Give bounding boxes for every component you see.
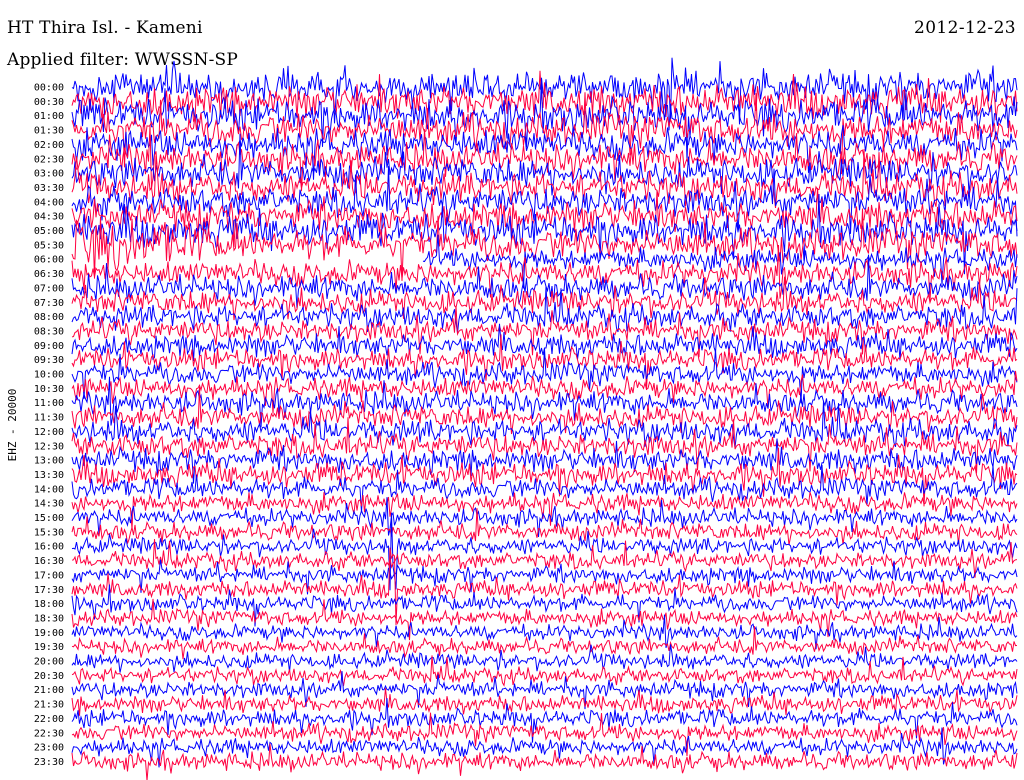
time-tick-label: 10:30 <box>34 384 64 395</box>
trace-line-1600 <box>71 512 1018 591</box>
time-tick-label: 22:30 <box>34 728 64 739</box>
time-tick-label: 21:30 <box>34 700 64 711</box>
helicorder-plot: 00:00 00:30 01:00 01:30 02:00 02:30 03:00 03:30… <box>34 57 1018 780</box>
time-tick-label: 21:00 <box>34 685 64 696</box>
time-tick-label: 01:30 <box>34 126 64 137</box>
time-tick-label: 14:30 <box>34 499 64 510</box>
time-tick-label: 23:00 <box>34 743 64 754</box>
time-tick-label: 03:00 <box>34 169 64 180</box>
time-tick-label: 15:00 <box>34 513 64 524</box>
time-tick-label: 03:30 <box>34 183 64 194</box>
time-tick-label: 00:30 <box>34 97 64 108</box>
trace-line-1430 <box>71 492 1018 530</box>
time-tick-label: 19:30 <box>34 642 64 653</box>
time-tick-label: 15:30 <box>34 527 64 538</box>
time-tick-label: 17:30 <box>34 585 64 596</box>
time-tick-label: 08:00 <box>34 312 64 323</box>
time-tick-label: 02:00 <box>34 140 64 151</box>
trace-line-0300 <box>71 133 1018 196</box>
time-tick-label: 20:00 <box>34 657 64 668</box>
time-tick-label: 12:00 <box>34 427 64 438</box>
time-tick-label: 01:00 <box>34 111 64 122</box>
time-tick-label: 11:30 <box>34 413 64 424</box>
time-tick-label: 09:00 <box>34 341 64 352</box>
time-tick-label: 06:00 <box>34 255 64 266</box>
time-tick-label: 04:30 <box>34 212 64 223</box>
time-tick-label: 00:00 <box>34 83 64 94</box>
time-tick-label: 12:30 <box>34 441 64 452</box>
trace-line-0600 <box>422 234 1018 289</box>
trace-line-0630 <box>71 244 1018 301</box>
time-tick-label: 16:00 <box>34 542 64 553</box>
trace-line-1200 <box>71 400 1018 448</box>
time-tick-label: 16:30 <box>34 556 64 567</box>
time-tick-label: 18:30 <box>34 613 64 624</box>
time-tick-label: 08:30 <box>34 326 64 337</box>
time-tick-label: 07:30 <box>34 298 64 309</box>
time-tick-label: 09:30 <box>34 355 64 366</box>
trace-line-0400 <box>71 166 1018 237</box>
time-tick-label: 19:00 <box>34 628 64 639</box>
trace-line-2130 <box>71 688 1018 716</box>
trace-line-0800 <box>71 285 1018 333</box>
time-tick-label: 22:00 <box>34 714 64 725</box>
time-tick-label: 05:00 <box>34 226 64 237</box>
time-tick-label: 05:30 <box>34 240 64 251</box>
time-tick-label: 20:30 <box>34 671 64 682</box>
time-tick-label: 04:00 <box>34 197 64 208</box>
time-tick-label: 06:30 <box>34 269 64 280</box>
time-tick-label: 17:00 <box>34 570 64 581</box>
time-tick-label: 02:30 <box>34 154 64 165</box>
time-tick-label: 18:00 <box>34 599 64 610</box>
time-tick-label: 23:30 <box>34 757 64 768</box>
time-tick-label: 13:30 <box>34 470 64 481</box>
time-tick-label: 11:00 <box>34 398 64 409</box>
time-tick-label: 07:00 <box>34 283 64 294</box>
time-tick-label: 10:00 <box>34 370 64 381</box>
time-tick-label: 13:00 <box>34 456 64 467</box>
time-tick-label: 14:00 <box>34 484 64 495</box>
